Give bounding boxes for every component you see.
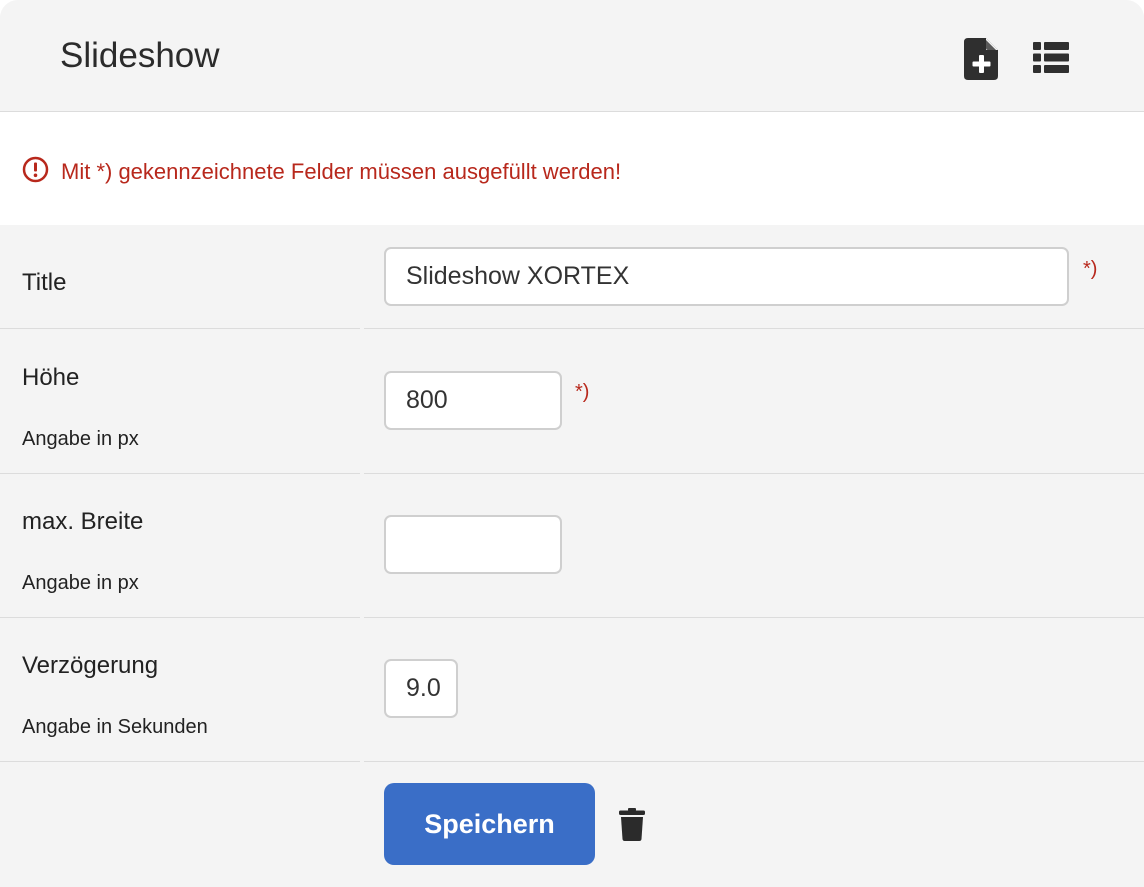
height-required-marker: *) — [575, 381, 590, 403]
title-required-marker: *) — [1083, 258, 1098, 280]
form-row-max-width: max. Breite Angabe in px — [0, 474, 1144, 618]
save-button[interactable]: Speichern — [384, 783, 595, 865]
page-title: Slideshow — [60, 36, 220, 75]
max-width-label: max. Breite — [22, 508, 144, 535]
trash-icon[interactable] — [619, 808, 645, 846]
height-input[interactable] — [384, 371, 562, 430]
slideshow-panel: Slideshow Mit *) gekennzeichnete Felder … — [0, 0, 1144, 887]
file-plus-icon[interactable] — [964, 38, 1000, 85]
list-icon[interactable] — [1033, 42, 1069, 78]
height-hint: Angabe in px — [22, 428, 139, 450]
max-width-input[interactable] — [384, 515, 562, 574]
form-row-title: Title *) — [0, 225, 1144, 329]
required-fields-notice: Mit *) gekennzeichnete Felder müssen aus… — [0, 112, 1144, 225]
delay-label: Verzögerung — [22, 652, 159, 679]
delay-input[interactable] — [384, 659, 458, 718]
notice-text: Mit *) gekennzeichnete Felder müssen aus… — [61, 159, 622, 184]
height-label: Höhe — [22, 364, 80, 391]
panel-header: Slideshow — [0, 0, 1144, 112]
title-input[interactable] — [384, 247, 1069, 306]
delay-hint: Angabe in Sekunden — [22, 716, 208, 738]
form-row-height: Höhe Angabe in px *) — [0, 330, 1144, 474]
form-row-delay: Verzögerung Angabe in Sekunden — [0, 618, 1144, 762]
max-width-hint: Angabe in px — [22, 572, 139, 594]
exclamation-circle-icon — [22, 156, 49, 188]
title-label: Title — [22, 269, 67, 296]
